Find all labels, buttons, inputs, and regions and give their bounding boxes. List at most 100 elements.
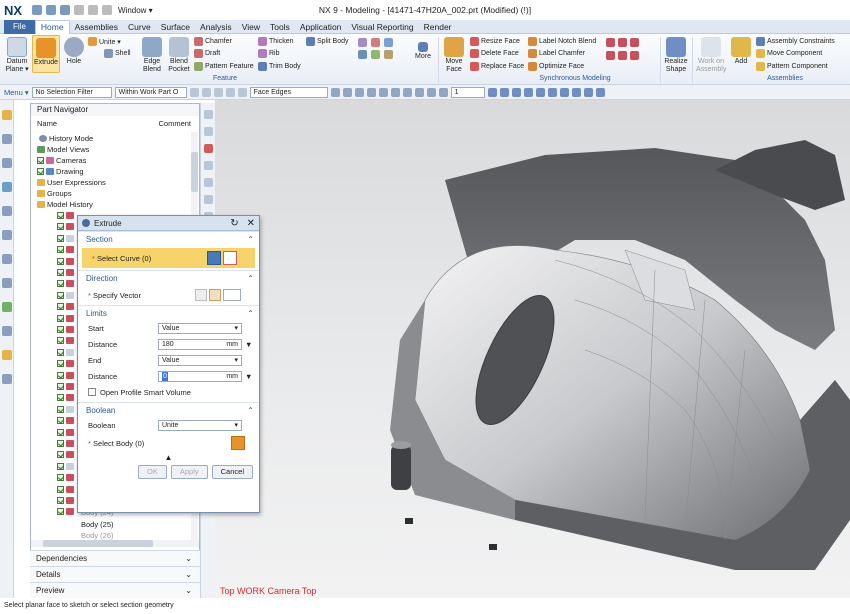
feature-row[interactable] — [57, 303, 74, 311]
boolean-dropdown[interactable]: Unite ▾ — [158, 419, 242, 431]
navigator-tool-icon[interactable] — [203, 161, 213, 170]
inferred-vector-dropdown[interactable] — [223, 289, 242, 301]
ok-button[interactable]: OK — [138, 465, 167, 479]
system-scenes-icon[interactable] — [1, 374, 12, 384]
details-panel[interactable]: Details ⌄ — [30, 566, 200, 582]
solid-body-icon[interactable] — [231, 436, 246, 450]
work-on-assembly-button[interactable]: Work on Assembly — [696, 37, 726, 74]
feature-checkbox[interactable] — [57, 348, 64, 356]
feature-checkbox[interactable] — [57, 303, 64, 311]
tree-item-history-mode[interactable]: History Mode — [39, 134, 93, 143]
start-type-dropdown[interactable]: Value ▾ — [158, 322, 242, 334]
tab-application[interactable]: Application — [295, 22, 347, 32]
point-snap-icon[interactable] — [366, 87, 376, 97]
column-name[interactable]: Name — [37, 119, 57, 129]
feature-row[interactable] — [57, 497, 74, 504]
sketch-section-icon[interactable] — [207, 251, 222, 265]
feature-row[interactable] — [57, 257, 74, 265]
tab-curve[interactable]: Curve — [123, 22, 156, 32]
view-icon[interactable] — [523, 87, 533, 97]
feature-checkbox[interactable] — [57, 394, 64, 402]
assembly-constraints-button[interactable]: Assembly Constraints — [756, 37, 835, 46]
feature-checkbox[interactable] — [57, 451, 64, 459]
tab-home[interactable]: Home — [34, 19, 70, 34]
select-body-row[interactable]: * Select Body (0) — [78, 433, 259, 453]
feature-checkbox[interactable] — [57, 269, 64, 276]
feature-row[interactable] — [57, 360, 74, 368]
rib-button[interactable]: Rib — [258, 49, 280, 58]
feature-checkbox[interactable] — [57, 428, 64, 436]
datum-plane-button[interactable]: Datum Plane ▾ — [3, 37, 31, 74]
view-icon[interactable] — [511, 87, 521, 97]
limits-group-header[interactable]: Limits ⌃ — [78, 305, 259, 320]
view-icon[interactable] — [571, 87, 581, 97]
delete-face-button[interactable]: Delete Face — [470, 49, 519, 58]
feature-checkbox[interactable] — [57, 383, 64, 390]
scroll-thumb[interactable] — [191, 152, 198, 192]
navigator-tool-icon[interactable] — [203, 127, 213, 136]
point-snap-icon[interactable] — [378, 87, 388, 97]
feature-row[interactable] — [57, 246, 74, 254]
optimize-face-button[interactable]: Optimize Face — [528, 62, 584, 71]
feature-checkbox[interactable] — [57, 474, 64, 482]
part-navigator-icon[interactable] — [1, 110, 12, 120]
curve-icon[interactable] — [223, 251, 238, 265]
feature-checkbox[interactable] — [57, 497, 64, 504]
chamfer-button[interactable]: Chamfer — [194, 37, 232, 46]
point-snap-icon[interactable] — [330, 87, 340, 97]
feature-row[interactable] — [57, 405, 74, 413]
vector-dialog-icon[interactable] — [209, 289, 222, 301]
feature-checkbox[interactable] — [57, 462, 64, 470]
tab-surface[interactable]: Surface — [156, 22, 195, 32]
feature-row[interactable] — [57, 417, 74, 425]
point-snap-icon[interactable] — [426, 87, 436, 97]
feature-checkbox[interactable] — [57, 223, 64, 231]
cancel-button[interactable]: Cancel — [211, 465, 253, 479]
point-snap-icon[interactable] — [438, 87, 448, 97]
curve-rule-dropdown[interactable]: Face Edges — [249, 86, 328, 98]
dialog-header[interactable]: Extrude ↻ ✕ — [78, 216, 259, 231]
shell-button[interactable]: Shell — [104, 49, 131, 58]
feature-checkbox[interactable] — [57, 212, 64, 219]
feature-row[interactable] — [57, 440, 74, 447]
move-face-button[interactable]: Move Face — [442, 37, 466, 74]
extrude-button[interactable]: Extrude — [32, 35, 60, 73]
tree-item-groups[interactable]: Groups — [37, 189, 72, 198]
feature-row[interactable] — [57, 223, 74, 231]
file-menu[interactable]: File — [4, 19, 35, 34]
feature-row[interactable] — [57, 485, 74, 493]
point-snap-icon[interactable] — [390, 87, 400, 97]
resize-face-button[interactable]: Resize Face — [470, 37, 520, 46]
feature-checkbox[interactable] — [57, 257, 64, 265]
feature-row[interactable] — [57, 212, 74, 219]
navigator-hscrollbar[interactable] — [31, 540, 199, 547]
feature-checkbox[interactable] — [57, 508, 64, 516]
dependencies-panel[interactable]: Dependencies ⌄ — [30, 550, 200, 566]
constraint-navigator-icon[interactable] — [1, 158, 12, 168]
distance-menu-icon[interactable]: ▼ — [245, 340, 252, 349]
close-icon[interactable]: ✕ — [247, 218, 255, 229]
web-browser-icon[interactable] — [1, 230, 12, 240]
split-body-button[interactable]: Split Body — [306, 37, 349, 46]
copy-icon[interactable] — [88, 5, 98, 15]
view-icon[interactable] — [583, 87, 593, 97]
end-distance-input[interactable]: 0 mm — [158, 370, 242, 382]
pattern-feature-button[interactable]: Pattern Feature — [194, 62, 254, 71]
tree-item-model-history[interactable]: Model History — [37, 200, 93, 209]
specify-vector-row[interactable]: * Specify Vector — [78, 285, 259, 305]
point-snap-icon[interactable] — [342, 87, 352, 97]
redo-icon[interactable] — [60, 5, 70, 15]
snap-icon[interactable] — [237, 87, 247, 97]
tree-item-model-views[interactable]: Model Views — [37, 145, 89, 154]
preview-panel[interactable]: Preview ⌄ — [30, 582, 200, 598]
open-profile-row[interactable]: Open Profile Smart Volume — [78, 384, 259, 400]
system-materials-icon[interactable] — [1, 278, 12, 288]
replace-face-button[interactable]: Replace Face — [470, 62, 524, 71]
undo-icon[interactable] — [46, 5, 56, 15]
pattern-component-button[interactable]: Pattern Component — [756, 62, 828, 71]
menu-button[interactable]: Menu ▾ — [4, 88, 29, 97]
visibility-checkbox[interactable] — [37, 168, 44, 175]
cut-icon[interactable] — [74, 5, 84, 15]
column-comment[interactable]: Comment — [158, 119, 191, 129]
gear-icon[interactable] — [82, 219, 90, 227]
